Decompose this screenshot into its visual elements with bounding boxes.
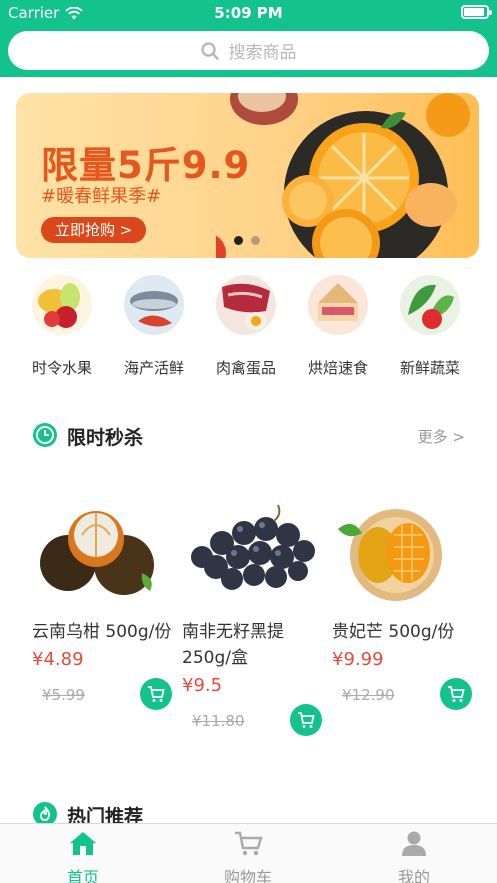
category-fruit[interactable]: 时令水果	[16, 272, 108, 378]
category-label: 肉禽蛋品	[215, 359, 276, 377]
seafood-icon	[124, 275, 184, 335]
tab-label: 购物车	[223, 868, 272, 883]
product-card[interactable]: 贵妃芒 500g/份 ¥9.99 ¥12.90	[332, 495, 472, 712]
vegetable-icon	[400, 275, 460, 335]
product-name: 云南乌柑 500g/份	[32, 622, 172, 642]
cart-icon	[298, 712, 315, 728]
category-meat-egg[interactable]: 肉禽蛋品	[200, 272, 292, 378]
category-label: 时令水果	[31, 359, 92, 377]
product-bottom-row: ¥12.90	[332, 678, 472, 712]
add-to-cart-button[interactable]	[290, 704, 322, 736]
buy-now-button[interactable]: 立即抢购 >	[41, 217, 147, 243]
home-icon	[70, 832, 96, 855]
product-price: ¥4.89	[32, 649, 84, 670]
tab-cart[interactable]: 购物车	[198, 830, 298, 883]
search-placeholder: 搜索商品	[228, 43, 297, 63]
promo-banner[interactable]: 限量5斤9.9 #暖春鲜果季# 立即抢购 >	[16, 93, 479, 258]
category-bakery[interactable]: 烘焙速食	[292, 272, 384, 378]
citrus-fruit-illustration	[216, 93, 470, 258]
status-bar: Carrier 5:09 PM	[0, 0, 497, 26]
cart-icon	[148, 686, 165, 702]
pagination-dot-active[interactable]	[234, 236, 243, 245]
banner-pagination[interactable]	[234, 236, 260, 245]
product-card[interactable]: 南非无籽黑提250g/盒 ¥9.5 ¥11.80	[182, 495, 322, 738]
more-link[interactable]: 更多 >	[418, 426, 465, 447]
category-label: 新鲜蔬菜	[399, 359, 460, 377]
tab-label: 首页	[66, 868, 99, 883]
user-icon	[402, 831, 426, 856]
bottom-tab-bar: 首页 购物车 我的	[0, 823, 497, 883]
mango-image	[338, 509, 442, 601]
battery-icon	[461, 5, 492, 19]
tangerine-image	[40, 511, 154, 595]
fruit-icon	[32, 275, 92, 335]
product-original-price: ¥11.80	[192, 712, 245, 730]
banner-subtitle: #暖春鲜果季#	[41, 186, 162, 207]
cart-icon	[448, 686, 465, 702]
tab-label: 我的	[397, 868, 430, 883]
top-header: Carrier 5:09 PM 搜索商品	[0, 0, 497, 77]
product-bottom-row: ¥5.99	[32, 678, 172, 712]
category-seafood[interactable]: 海产活鲜	[108, 272, 200, 378]
cart-icon	[235, 831, 263, 856]
section-title: 限时秒杀	[67, 427, 144, 449]
product-original-price: ¥5.99	[42, 686, 85, 704]
bakery-icon	[308, 275, 368, 335]
tab-profile[interactable]: 我的	[364, 830, 464, 883]
product-card[interactable]: 云南乌柑 500g/份 ¥4.89 ¥5.99	[32, 495, 172, 712]
search-bar[interactable]: 搜索商品	[8, 31, 489, 70]
product-name: 南非无籽黑提250g/盒	[182, 622, 284, 668]
clock-icon	[33, 423, 57, 447]
category-label: 烘焙速食	[307, 359, 368, 377]
status-time: 5:09 PM	[214, 4, 283, 22]
product-name: 贵妃芒 500g/份	[332, 622, 455, 642]
product-price: ¥9.5	[182, 675, 223, 696]
search-icon	[200, 41, 219, 60]
add-to-cart-button[interactable]	[140, 678, 172, 710]
pagination-dot[interactable]	[251, 236, 260, 245]
product-bottom-row: ¥11.80	[182, 704, 322, 738]
meat-egg-icon	[216, 275, 276, 335]
product-original-price: ¥12.90	[342, 686, 395, 704]
tab-home[interactable]: 首页	[33, 830, 133, 883]
category-nav: 时令水果 海产活鲜 肉禽蛋品 烘焙速食 新鲜蔬菜	[0, 272, 497, 382]
category-label: 海产活鲜	[123, 359, 184, 377]
banner-title: 限量5斤9.9	[41, 144, 251, 187]
flash-sale-header: 限时秒杀 更多 >	[33, 420, 465, 450]
product-price: ¥9.99	[332, 649, 384, 670]
category-vegetable[interactable]: 新鲜蔬菜	[384, 272, 476, 378]
add-to-cart-button[interactable]	[440, 678, 472, 710]
grape-image	[191, 504, 315, 590]
